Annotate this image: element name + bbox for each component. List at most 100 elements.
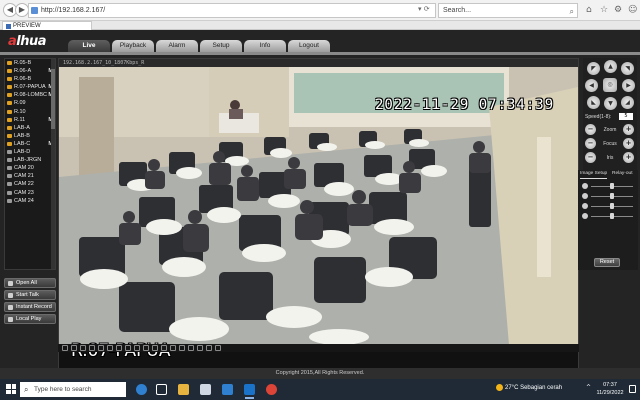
lock-icon[interactable]	[215, 345, 221, 351]
weather-widget[interactable]: 27°C Sebagian cerah	[496, 384, 562, 391]
channel-item[interactable]: CAM 21	[5, 172, 55, 180]
channel-list-scrollbar[interactable]	[51, 59, 55, 269]
file-explorer-icon[interactable]	[178, 384, 189, 395]
close-all-icon[interactable]	[206, 345, 212, 351]
tab-live[interactable]: Live	[68, 40, 110, 52]
layout-1-icon[interactable]	[62, 345, 68, 351]
system-clock[interactable]: 07:37 11/29/2022	[595, 381, 625, 397]
channel-item[interactable]: R.10	[5, 108, 55, 116]
tab-alarm[interactable]: Alarm	[156, 40, 198, 52]
channel-item[interactable]: R.09	[5, 99, 55, 107]
snapshot-icon[interactable]	[143, 345, 149, 351]
url-field[interactable]: http://192.168.2.167/	[28, 3, 436, 18]
brightness-slider[interactable]	[582, 182, 636, 190]
zoom-in-button[interactable]: +	[623, 124, 634, 135]
tab-relay-out[interactable]: Relay-out	[612, 170, 633, 178]
scrollbar-thumb[interactable]	[51, 69, 55, 129]
tab-info[interactable]: Info	[244, 40, 286, 52]
cortana-icon[interactable]	[136, 384, 147, 395]
zoom-icon[interactable]	[170, 345, 176, 351]
zoom-out-button[interactable]: −	[585, 124, 596, 135]
ptz-down-right-button[interactable]: ◢	[621, 96, 634, 109]
channel-item[interactable]: CAM 20	[5, 164, 55, 172]
tab-logout[interactable]: Logout	[288, 40, 330, 52]
mail-icon[interactable]	[222, 384, 233, 395]
ptz-down-button[interactable]: ▼	[604, 97, 617, 110]
browser-tab-preview[interactable]: PREVIEW	[2, 21, 92, 30]
ptz-up-right-button[interactable]: ◥	[621, 62, 634, 75]
local-play-button[interactable]: Local Play	[4, 314, 56, 324]
refresh-icon[interactable]: ▾ ⟳	[418, 5, 430, 13]
channel-item[interactable]: R.08-LOMBCM	[5, 91, 55, 99]
hue-icon	[582, 213, 588, 219]
search-icon[interactable]: ⌕	[570, 5, 574, 18]
channel-item[interactable]: R.06-B	[5, 75, 55, 83]
hue-slider[interactable]	[582, 212, 636, 220]
favorites-star-icon[interactable]: ☆	[600, 5, 608, 15]
channel-item[interactable]: R.06-AM	[5, 67, 55, 75]
stream-icon[interactable]	[179, 345, 185, 351]
slider-knob[interactable]	[610, 213, 614, 219]
tab-image-setup[interactable]: Image Setup	[580, 170, 608, 179]
saturation-slider[interactable]	[582, 202, 636, 210]
focus-in-button[interactable]: +	[623, 138, 634, 149]
home-icon[interactable]: ⌂	[586, 5, 592, 15]
internet-explorer-icon[interactable]	[244, 384, 255, 399]
iris-close-button[interactable]: −	[585, 152, 596, 163]
ptz-up-button[interactable]: ▲	[604, 60, 617, 73]
feedback-icon[interactable]: ☺	[628, 5, 637, 15]
audio-icon[interactable]	[161, 345, 167, 351]
channel-item[interactable]: R.07-PAPUAM	[5, 83, 55, 91]
split-icon[interactable]	[125, 345, 131, 351]
channel-item[interactable]: CAM 23	[5, 189, 55, 197]
sequence-icon[interactable]	[134, 345, 140, 351]
ptz-down-left-button[interactable]: ◣	[587, 96, 600, 109]
instant-record-button[interactable]: Instant Record	[4, 302, 56, 312]
system-tray-icons[interactable]: ^	[586, 384, 591, 391]
start-talk-button[interactable]: Start Talk	[4, 290, 56, 300]
slider-knob[interactable]	[610, 183, 614, 189]
browser-search-field[interactable]: Search... ⌕	[438, 3, 578, 18]
channel-item[interactable]: LAB-CM	[5, 140, 55, 148]
fullscreen-icon[interactable]	[116, 345, 122, 351]
channel-item[interactable]: LAB-B	[5, 132, 55, 140]
settings-gear-icon[interactable]: ⚙	[614, 5, 622, 15]
store-icon[interactable]	[200, 384, 211, 395]
notification-icon[interactable]	[629, 385, 636, 393]
layout-16-icon[interactable]	[89, 345, 95, 351]
ptz-up-left-button[interactable]: ◤	[587, 62, 600, 75]
task-view-icon[interactable]	[156, 384, 167, 395]
reset-button[interactable]: Reset	[594, 258, 620, 267]
ptz-left-button[interactable]: ◀	[585, 79, 598, 92]
layout-4-icon[interactable]	[71, 345, 77, 351]
channel-item[interactable]: LAB-A	[5, 124, 55, 132]
channel-item[interactable]: LAB-D	[5, 148, 55, 156]
layout-36-icon[interactable]	[107, 345, 113, 351]
slider-knob[interactable]	[610, 203, 614, 209]
tab-playback[interactable]: Playback	[112, 40, 154, 52]
taskbar-search-field[interactable]: ⌕ Type here to search	[20, 382, 126, 397]
ptz-right-button[interactable]: ▶	[622, 79, 635, 92]
focus-out-button[interactable]: −	[585, 138, 596, 149]
slider-knob[interactable]	[610, 193, 614, 199]
smart-icon[interactable]	[197, 345, 203, 351]
channel-item[interactable]: CAM 22	[5, 180, 55, 188]
windows-start-icon[interactable]	[6, 384, 16, 394]
record-icon[interactable]	[152, 345, 158, 351]
layout-9-icon[interactable]	[80, 345, 86, 351]
tab-setup[interactable]: Setup	[200, 40, 242, 52]
channel-item[interactable]: R.11M	[5, 116, 55, 124]
forward-icon[interactable]: ▶	[15, 3, 29, 17]
chrome-icon[interactable]	[266, 384, 277, 395]
iris-open-button[interactable]: +	[623, 152, 634, 163]
contrast-slider[interactable]	[582, 192, 636, 200]
channel-item[interactable]: R.05-B	[5, 59, 55, 67]
channel-item[interactable]: CAM 24	[5, 197, 55, 205]
open-all-button[interactable]: Open All	[4, 278, 56, 288]
aspect-icon[interactable]	[188, 345, 194, 351]
live-video-panel[interactable]: 192.168.2.167_10_1807Kbps_R 2022-11-29 0…	[58, 58, 579, 376]
ptz-speed-select[interactable]: 5	[619, 113, 633, 120]
channel-item[interactable]: LAB-JRGN	[5, 156, 55, 164]
layout-25-icon[interactable]	[98, 345, 104, 351]
ptz-center-button[interactable]: ◎	[603, 78, 617, 92]
